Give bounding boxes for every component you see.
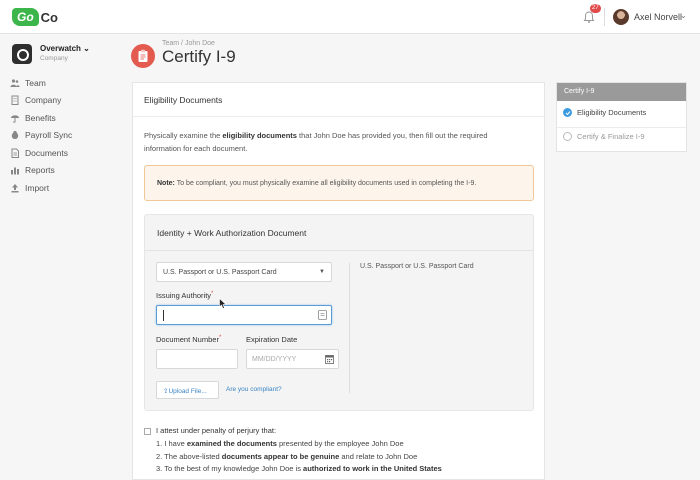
sidebar-item-team[interactable]: Team <box>10 74 72 92</box>
expiration-date-input[interactable]: MM/DD/YYYY <box>246 349 339 369</box>
progress-steps: Certify I-9 Eligibility Documents Certif… <box>556 82 687 152</box>
sidebar-item-payroll-sync[interactable]: Payroll Sync <box>10 127 72 145</box>
company-subtitle: Company <box>40 55 68 62</box>
sidebar-item-import[interactable]: Import <box>10 179 72 197</box>
upload-icon <box>11 183 19 193</box>
sidebar-item-label: Payroll Sync <box>25 130 73 141</box>
avatar[interactable] <box>613 9 629 25</box>
card-title: Eligibility Documents <box>133 83 544 117</box>
upload-file-button[interactable]: ⇪Upload File... <box>156 381 219 399</box>
calendar-icon[interactable] <box>325 354 334 364</box>
column-divider <box>349 263 350 393</box>
document-type-select[interactable]: U.S. Passport or U.S. Passport Card ▼ <box>156 262 332 282</box>
sidebar-nav: Team Company Benefits Payroll Sync Docum… <box>10 74 72 197</box>
sidebar: Overwatch ⌄ Company Team Company Benefit… <box>0 34 118 480</box>
document-summary: U.S. Passport or U.S. Passport Card <box>360 263 474 270</box>
user-name[interactable]: Axel Norvell <box>634 12 682 22</box>
bar-chart-icon <box>11 167 19 175</box>
sidebar-item-label: Documents <box>25 147 68 158</box>
umbrella-icon <box>11 115 19 123</box>
eligibility-card: Eligibility Documents Physically examine… <box>132 82 545 480</box>
page-title: Certify I-9 <box>162 47 236 66</box>
sidebar-item-label: Benefits <box>25 112 56 123</box>
sidebar-item-reports[interactable]: Reports <box>10 162 72 180</box>
sidebar-item-benefits[interactable]: Benefits <box>10 109 72 127</box>
are-you-compliant-link[interactable]: Are you compliant? <box>226 386 282 393</box>
chevron-down-icon: ⌄ <box>83 44 90 53</box>
logo-go: Go <box>12 8 39 26</box>
document-type-value: U.S. Passport or U.S. Passport Card <box>163 269 277 276</box>
expiration-date-label: Expiration Date <box>246 335 298 344</box>
money-icon <box>11 131 19 140</box>
document-section: Identity + Work Authorization Document U… <box>144 214 534 411</box>
building-icon <box>11 95 19 106</box>
breadcrumb[interactable]: Team / John Doe <box>162 40 215 47</box>
sidebar-item-company[interactable]: Company <box>10 92 72 110</box>
sidebar-item-label: Company <box>25 95 62 106</box>
logo-co: Co <box>40 9 59 25</box>
overwatch-logo-icon <box>12 44 32 64</box>
attest-item-2: 2. The above-listed documents appear to … <box>156 451 418 461</box>
attest-item-3: 3. To the best of my knowledge John Doe … <box>156 464 442 473</box>
step-label: Certify & Finalize I-9 <box>577 132 645 141</box>
sidebar-item-label: Reports <box>25 165 55 176</box>
company-switcher[interactable]: Overwatch ⌄ Company <box>12 44 90 64</box>
clipboard-icon <box>131 44 155 68</box>
company-name: Overwatch ⌄ <box>40 44 90 53</box>
contact-card-icon <box>318 310 327 320</box>
intro-text: Physically examine the eligibility docum… <box>144 131 488 153</box>
attest-list: 1. I have examined the documents present… <box>156 438 442 476</box>
attest-checkbox[interactable] <box>144 428 151 435</box>
step-eligibility-documents[interactable]: Eligibility Documents <box>563 108 646 117</box>
expiration-placeholder: MM/DD/YYYY <box>252 356 297 363</box>
attest-item-1: 1. I have examined the documents present… <box>156 439 404 448</box>
issuing-authority-input[interactable] <box>156 305 332 325</box>
notification-badge: 27 <box>590 4 601 13</box>
document-number-input[interactable] <box>156 349 238 369</box>
compliance-note: Note: To be compliant, you must physical… <box>144 165 534 201</box>
upload-file-label: Upload File... <box>168 388 207 395</box>
text-cursor <box>163 310 164 321</box>
sidebar-item-label: Import <box>25 182 50 193</box>
chevron-down-icon[interactable]: ⌄ <box>680 11 687 20</box>
sidebar-item-label: Team <box>25 77 46 88</box>
topbar-divider <box>604 8 605 26</box>
team-icon <box>10 79 20 87</box>
empty-circle-icon <box>563 132 572 141</box>
step-certify-finalize[interactable]: Certify & Finalize I-9 <box>563 132 645 141</box>
top-bar: Go Co 27 Axel Norvell ⌄ <box>0 0 700 34</box>
issuing-authority-label: Issuing Authority* <box>156 291 214 300</box>
goco-logo[interactable]: Go Co <box>12 7 58 27</box>
attest-title: I attest under penalty of perjury that: <box>156 426 277 435</box>
mouse-pointer-icon <box>219 298 227 309</box>
steps-header: Certify I-9 <box>557 83 686 101</box>
step-label: Eligibility Documents <box>577 108 647 117</box>
document-icon <box>11 148 19 158</box>
document-number-label: Document Number* <box>156 335 222 344</box>
caret-down-icon: ▼ <box>319 269 325 275</box>
step-divider <box>557 127 686 128</box>
check-circle-icon <box>563 108 572 117</box>
document-section-title: Identity + Work Authorization Document <box>145 215 533 251</box>
sidebar-item-documents[interactable]: Documents <box>10 144 72 162</box>
